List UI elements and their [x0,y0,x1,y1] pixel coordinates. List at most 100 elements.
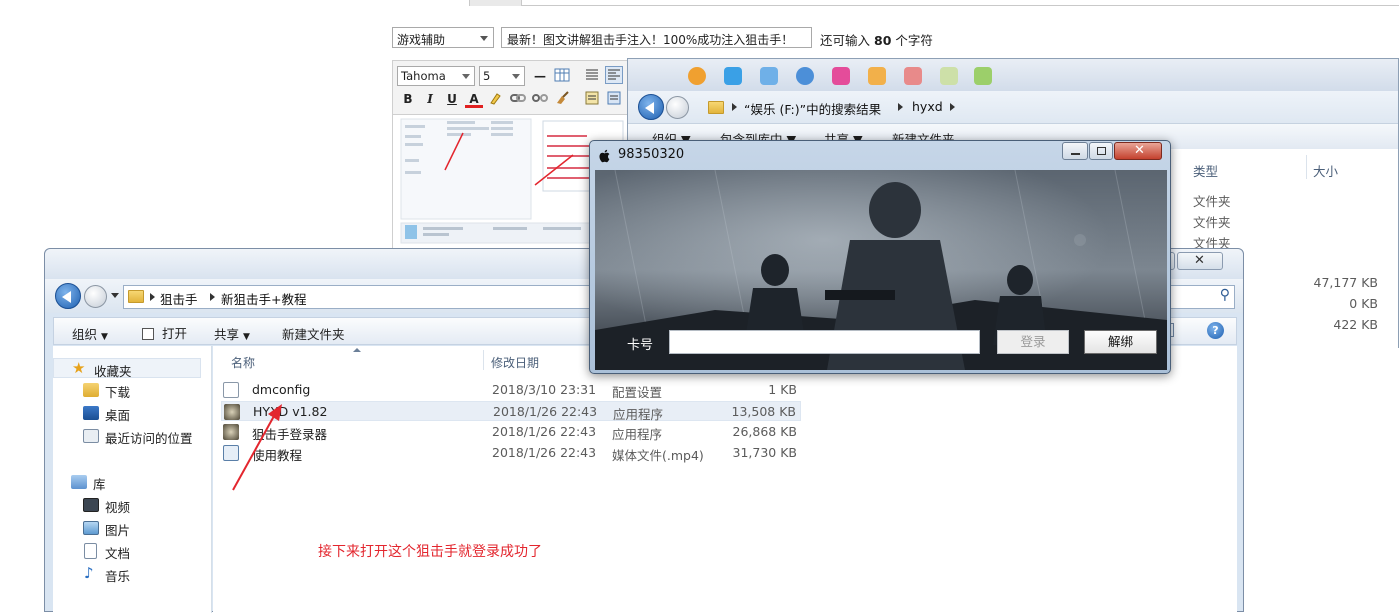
search-icon[interactable]: ⚲ [1220,287,1230,303]
recent-places-icon [83,429,99,443]
login-button[interactable]: 登录 [997,330,1069,354]
clear-format-icon[interactable] [553,90,571,108]
file-type: 应用程序 [613,407,664,422]
app-icon[interactable] [796,67,814,85]
chevron-right-icon [898,103,903,111]
nav-favorites[interactable]: ★ 收藏夹 [53,358,201,379]
file-row[interactable]: 使用教程 2018/1/26 22:43 媒体文件(.mp4) 31,730 K… [221,443,801,463]
app-icon[interactable] [724,67,742,85]
font-size-select[interactable]: 5 [479,66,525,86]
open-button[interactable]: 打开 [142,323,187,342]
star-icon: ★ [72,359,86,377]
back-arrow-icon[interactable] [638,94,664,120]
app-icon[interactable] [760,67,778,85]
highlight-icon[interactable] [487,90,505,108]
editor-toolbar: Tahoma 5 — B I U A [392,60,632,115]
italic-button[interactable]: I [421,90,439,108]
downloads-folder-icon [83,383,99,397]
file-date: 2018/1/26 22:43 [492,424,597,439]
app-icon[interactable] [688,67,706,85]
file-type: 应用程序 [612,427,663,442]
forward-arrow-icon[interactable] [666,96,689,119]
nav-recent-label: 最近访问的位置 [105,431,193,446]
insert-media-icon[interactable] [605,90,623,108]
editor-tabs [392,0,1399,6]
back-arrow-icon[interactable] [55,283,81,309]
breadcrumb-search-drive[interactable]: “娱乐 (F:)”中的搜索结果 [744,99,881,118]
organize-button[interactable]: 组织 ▼ [72,324,108,343]
align-left-icon[interactable] [605,66,623,84]
unbind-button[interactable]: 解绑 [1084,330,1157,354]
breadcrumb-item[interactable]: 狙击手 [160,289,198,308]
align-justify-icon[interactable] [583,67,601,85]
column-header-date[interactable]: 修改日期 [491,354,539,371]
column-divider [483,350,484,370]
login-dialog: 98350320 ✕ 卡号 登录 解绑 [589,140,1171,374]
file-row[interactable]: 狙击手登录器 2018/1/26 22:43 应用程序 26,868 KB [221,422,801,442]
editor-tab-active[interactable] [392,0,470,6]
close-icon: ✕ [1134,143,1145,158]
file-date: 2018/1/26 22:43 [492,445,597,460]
app-icon[interactable] [940,67,958,85]
file-name: dmconfig [252,382,311,397]
share-button[interactable]: 共享 ▼ [214,324,250,343]
sort-ascending-icon [353,348,361,352]
category-select[interactable]: 游戏辅助 [392,27,494,48]
minimize-button[interactable] [1062,142,1088,160]
bold-button[interactable]: B [399,90,417,108]
editor-tab-inactive[interactable] [470,0,522,6]
insert-image-icon[interactable] [583,90,601,108]
annotation-text: 接下来打开这个狙击手就登录成功了 [318,544,542,560]
chevron-down-icon: ▼ [101,332,108,342]
column-header-type[interactable]: 类型 [1193,161,1218,180]
app-icon[interactable] [904,67,922,85]
font-color-button[interactable]: A [465,90,483,108]
maximize-button[interactable] [1089,142,1113,160]
recent-pages-chevron-icon[interactable] [111,293,119,298]
result-type: 文件夹 [1193,194,1231,209]
app-icon[interactable] [974,67,992,85]
font-family-select[interactable]: Tahoma [397,66,475,86]
file-row-selected[interactable]: HYXD v1.82 2018/1/26 22:43 应用程序 13,508 K… [221,401,801,422]
nav-downloads-label: 下载 [105,385,131,400]
video-icon [83,498,99,512]
file-size: 31,730 KB [732,445,797,460]
underline-button[interactable]: U [443,90,461,108]
result-size: 47,177 KB [1313,275,1378,290]
file-row[interactable]: dmconfig 2018/3/10 23:31 配置设置 1 KB [221,380,801,400]
card-number-label: 卡号 [627,338,654,353]
table-icon[interactable] [553,67,571,85]
close-button[interactable]: ✕ [1177,252,1223,270]
breadcrumb-item[interactable]: 新狙击手+教程 [221,289,306,308]
result-size: 422 KB [1333,317,1378,332]
forward-arrow-icon[interactable] [84,285,107,308]
chevron-right-icon [950,103,955,111]
app-icon[interactable] [868,67,886,85]
close-button[interactable]: ✕ [1114,142,1162,160]
nav-music-label: 音乐 [105,569,131,584]
card-number-input[interactable] [669,330,980,354]
font-size-value: 5 [483,69,491,83]
post-title-input[interactable]: 最新！图文讲解狙击手注入！100%成功注入狙击手！ [501,27,812,48]
file-size: 26,868 KB [732,424,797,439]
open-label: 打开 [161,326,187,341]
column-header-size[interactable]: 大小 [1313,161,1338,180]
chevron-down-icon [480,36,488,41]
document-icon [84,543,97,559]
new-folder-button[interactable]: 新建文件夹 [282,324,345,343]
link-icon[interactable] [509,90,527,108]
chevron-down-icon [462,74,470,79]
nav-documents-label: 文档 [105,546,131,561]
chevron-right-icon [150,293,155,301]
desktop-icon [83,406,99,420]
char-count-prefix: 还可输入 [820,33,871,48]
breadcrumb-search-folder[interactable]: hyxd [912,99,943,114]
search-window-toolbar [628,59,1398,91]
app-icon[interactable] [832,67,850,85]
horizontal-rule-icon[interactable]: — [531,67,549,85]
unlink-icon[interactable] [531,90,549,108]
column-header-name[interactable]: 名称 [231,354,255,371]
help-icon[interactable]: ? [1207,322,1224,339]
file-type: 配置设置 [612,385,663,400]
result-size: 0 KB [1349,296,1378,311]
